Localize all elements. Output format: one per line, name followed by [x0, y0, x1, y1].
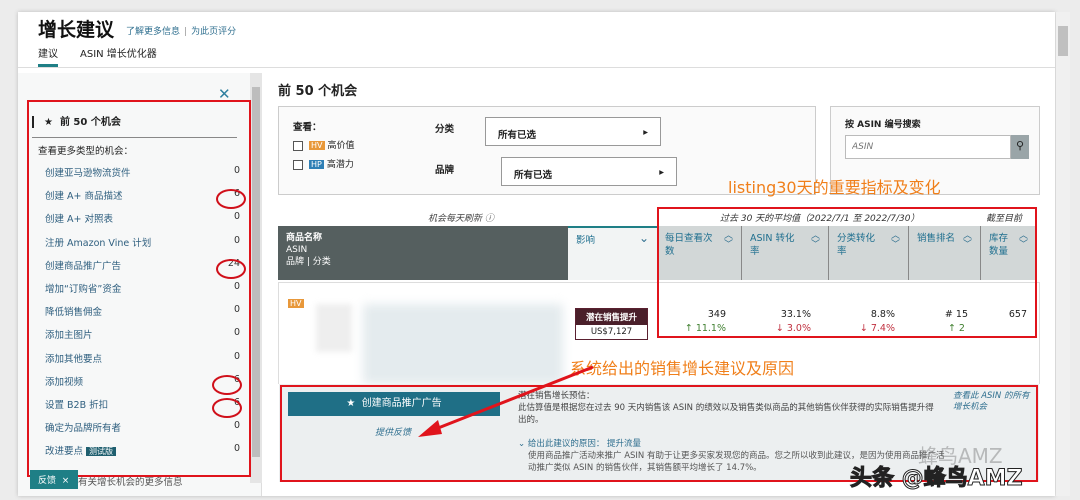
sidebar-item-label: 改进要点 — [45, 446, 84, 458]
header-links: 了解更多信息 | 为此页评分 — [126, 27, 237, 37]
more-info-link[interactable]: 有关增长机会的更多信息 — [78, 474, 183, 488]
sidebar-item-label: 添加其他要点 — [45, 353, 103, 365]
sidebar-item-count: 0 — [233, 281, 240, 292]
sidebar-item[interactable]: 创建 A+ 商品描述 6 — [45, 188, 240, 202]
sidebar-item-count: 0 — [233, 211, 240, 223]
tab-suggestions[interactable]: 建议 — [38, 45, 58, 67]
hv-badge: HV — [288, 299, 304, 308]
caret-right-icon: ▸ — [643, 127, 648, 138]
sidebar-item-count: 0 — [233, 304, 240, 316]
chevron-down-icon: ⌄ — [638, 231, 649, 245]
highlight-circle — [212, 398, 242, 418]
sidebar-item-label: 增加“订购省”资金 — [45, 284, 122, 295]
sidebar-item[interactable]: 添加视频 6 — [45, 374, 240, 388]
page-scrollbar[interactable] — [1056, 12, 1070, 496]
sidebar-item-label: 注册 Amazon Vine 计划 — [45, 237, 152, 249]
sidebar-item[interactable]: 改进要点 测试版 0 — [45, 443, 240, 457]
sidebar-item-label: 确定为品牌所有者 — [45, 423, 122, 435]
feedback-label: 反馈 — [38, 476, 57, 486]
sidebar-item-label: 降低销售佣金 — [45, 307, 103, 319]
highlight-box — [657, 207, 1037, 338]
asin-search-input[interactable] — [845, 135, 1011, 159]
sidebar-item-count: 0 — [233, 420, 240, 432]
highlight-circle — [212, 375, 242, 395]
sidebar-item-label: 设置 B2B 折扣 — [45, 400, 109, 411]
learn-more-link[interactable]: 了解更多信息 — [126, 27, 180, 37]
column-product: 商品名称 ASIN 品牌 | 分类 — [278, 226, 568, 280]
brand-label: 品牌 — [435, 165, 455, 176]
hp-label: 高潜力 — [326, 160, 354, 170]
sidebar-item[interactable]: 添加其他要点 0 — [45, 351, 240, 365]
sidebar-item-count: 0 — [233, 234, 240, 246]
sidebar-item-label: 创建 A+ 商品描述 — [45, 191, 123, 203]
page-card: 增长建议 了解更多信息 | 为此页评分 建议 ASIN 增长优化器 ✕ ★ 前 50… — [18, 12, 1055, 496]
sidebar-item-count: 0 — [233, 443, 240, 455]
feedback-tab[interactable]: 反馈 × — [30, 470, 78, 489]
search-label: 按 ASIN 编号搜索 — [845, 120, 921, 130]
sidebar-item-label: 创建商品推广广告 — [45, 260, 122, 272]
sidebar-item-count: 0 — [233, 350, 240, 362]
sidebar-item-count: 0 — [233, 165, 240, 176]
annotation-metrics: listing30天的重要指标及变化 — [728, 178, 941, 197]
divider — [18, 67, 1055, 68]
search-icon[interactable]: ⚲ — [1011, 135, 1029, 159]
annotation-arrow — [418, 365, 594, 437]
sidebar-item-label: 添加主图片 — [45, 330, 93, 342]
sidebar-item[interactable]: 确定为品牌所有者 0 — [45, 420, 240, 434]
sidebar-heading: 前 50 个机会 — [59, 117, 121, 128]
column-impact[interactable]: 影响 ⌄ — [568, 226, 657, 280]
category-select[interactable]: 所有已选 ▸ — [485, 117, 661, 146]
page-title: 增长建议 — [38, 19, 115, 41]
feedback-close-icon[interactable]: × — [62, 476, 70, 486]
category-label: 分类 — [435, 124, 455, 135]
view-label: 查看： — [293, 122, 322, 133]
divider — [32, 137, 237, 138]
sidebar-item[interactable]: 设置 B2B 折扣 6 — [45, 397, 240, 411]
refresh-note: 机会每天刷新 ⓘ — [428, 214, 494, 224]
highlight-circle — [216, 189, 246, 209]
brand-value: 所有已选 — [514, 170, 553, 181]
sidebar-subheading: 查看更多类型的机会： — [38, 146, 134, 157]
sidebar-item-label: 添加视频 — [45, 376, 84, 388]
tab-asin-optimizer[interactable]: ASIN 增长优化器 — [80, 45, 157, 60]
sidebar-item[interactable]: 增加“订购省”资金 0 — [45, 281, 240, 295]
sidebar-item[interactable]: 降低销售佣金 0 — [45, 304, 240, 318]
sidebar-item[interactable]: 创建商品推广广告 24 — [45, 258, 240, 272]
highlight-circle — [216, 259, 246, 279]
product-image[interactable] — [316, 304, 352, 352]
beta-badge: 测试版 — [86, 447, 117, 457]
sidebar-item[interactable]: 创建 A+ 对照表 0 — [45, 211, 240, 225]
sidebar-item-label: 创建亚马逊物流货件 — [45, 168, 131, 179]
sidebar-scroll-thumb[interactable] — [252, 87, 260, 457]
sidebar-top50[interactable]: ★ 前 50 个机会 — [32, 113, 121, 128]
hv-filter-checkbox[interactable]: HV 高价值 — [293, 138, 355, 151]
hv-badge: HV — [309, 141, 325, 150]
potential-sales-badge: 潜在销售提升 US$7,127 — [575, 308, 648, 340]
info-icon[interactable]: ⓘ — [485, 214, 494, 224]
main-title: 前 50 个机会 — [278, 84, 358, 99]
rate-page-link[interactable]: 为此页评分 — [191, 27, 236, 37]
hp-filter-checkbox[interactable]: HP 高潜力 — [293, 157, 354, 170]
sidebar-item[interactable]: 添加主图片 0 — [45, 327, 240, 341]
watermark: 头条 @蜂鸟AMZ — [850, 466, 1024, 492]
sidebar-item[interactable]: 创建亚马逊物流货件 0 — [45, 165, 240, 179]
hp-badge: HP — [309, 160, 324, 169]
category-value: 所有已选 — [498, 130, 537, 141]
sidebar-item[interactable]: 注册 Amazon Vine 计划 0 — [45, 235, 240, 249]
annotation-suggestion: 系统给出的销售增长建议及原因 — [570, 359, 795, 378]
caret-right-icon: ▸ — [659, 167, 664, 178]
star-icon: ★ — [44, 117, 53, 128]
brand-select[interactable]: 所有已选 ▸ — [501, 157, 677, 186]
sidebar-item-count: 0 — [233, 327, 240, 339]
sidebar-item-label: 创建 A+ 对照表 — [45, 214, 113, 226]
hv-label: 高价值 — [327, 141, 355, 151]
